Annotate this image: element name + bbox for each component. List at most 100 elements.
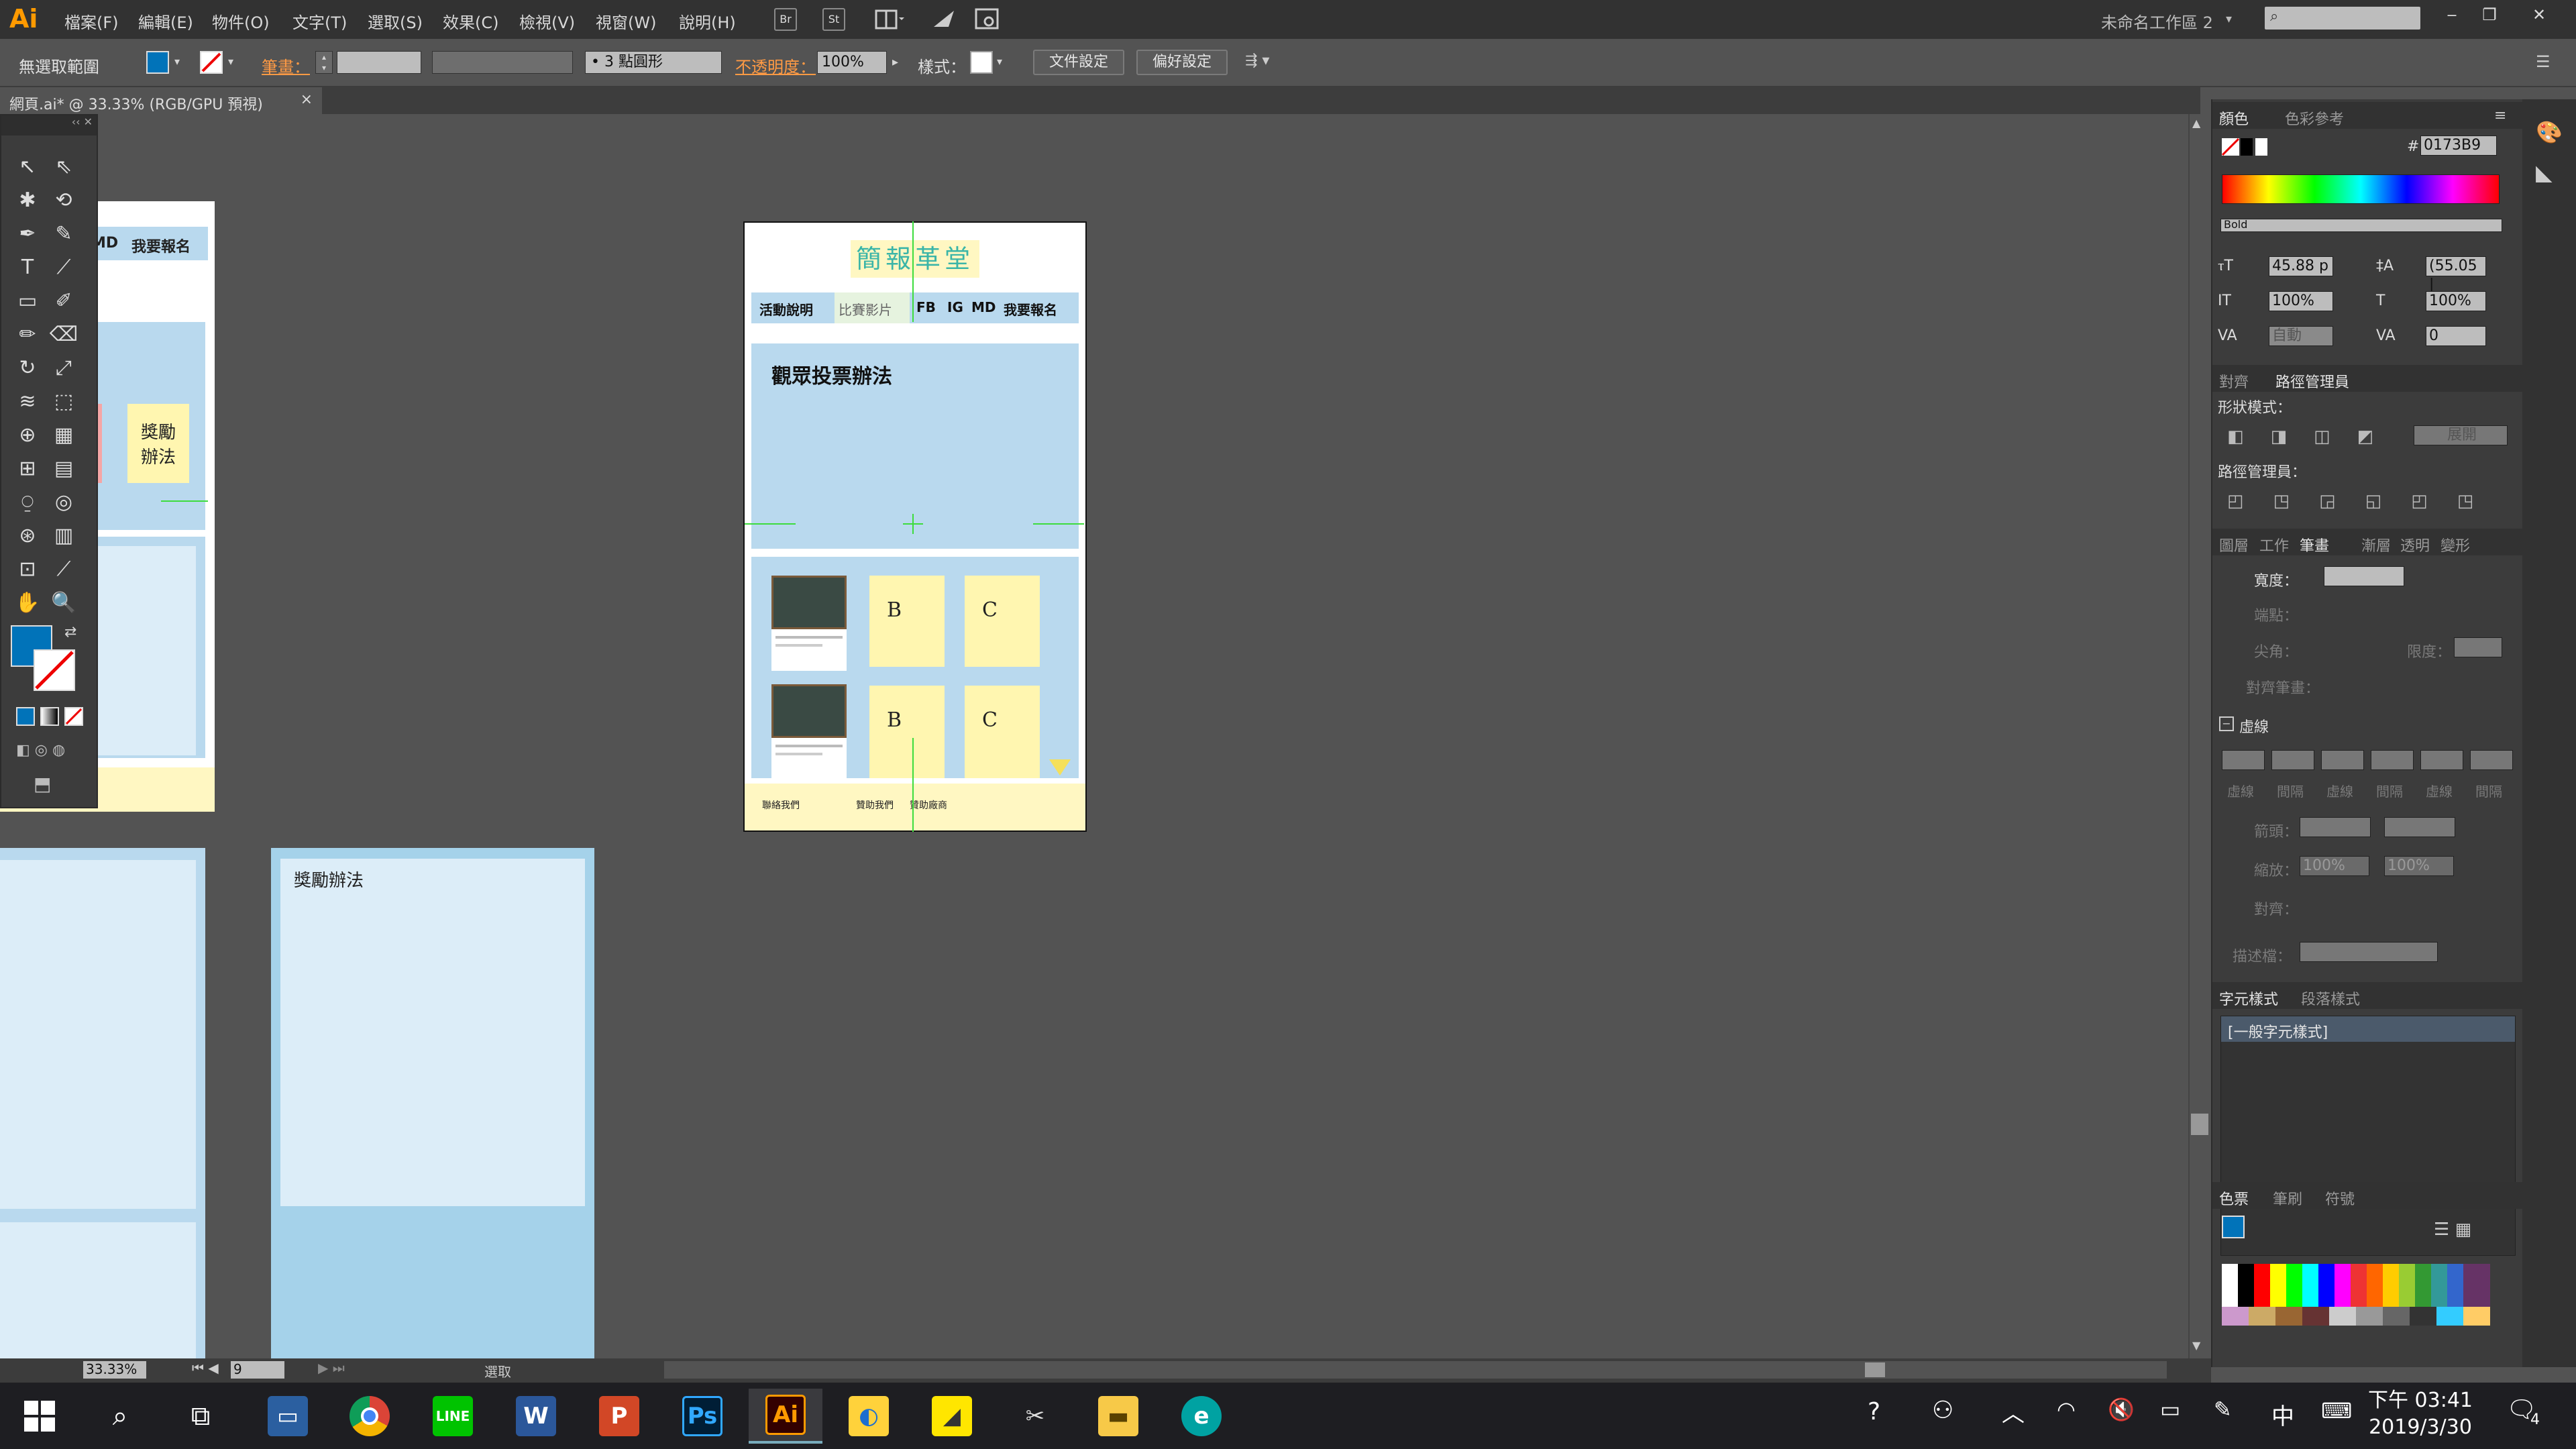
volume-mute-icon[interactable]: 🔇 — [2108, 1397, 2135, 1422]
keyboard-icon[interactable]: ⌨ — [2321, 1398, 2352, 1424]
help-search-input[interactable]: ⌕ — [2265, 7, 2420, 30]
tab-gradient[interactable]: 漸層 — [2361, 534, 2391, 555]
vertical-scrollbar[interactable]: ▲ ▼ — [2188, 114, 2208, 1358]
chevron-down-icon[interactable]: ▾ — [997, 55, 1002, 68]
taskbar-app-word[interactable]: W — [499, 1389, 573, 1444]
task-view-icon[interactable]: ⧉ — [164, 1389, 237, 1444]
color-themes-icon[interactable]: 🎨 — [2536, 119, 2563, 145]
tab-brushes[interactable]: 筆刷 — [2273, 1187, 2302, 1209]
curvature-icon[interactable]: ✎ — [48, 219, 79, 250]
arrow-scale-end[interactable]: 100% — [2384, 856, 2454, 876]
award-box[interactable]: 獎勵辦法 — [271, 848, 594, 1358]
line-tool-icon[interactable]: ⟋ — [48, 252, 79, 283]
shape-mode-buttons[interactable]: ◧◨◫◩ — [2227, 427, 2400, 447]
paintbrush-icon[interactable]: ✐ — [48, 286, 79, 317]
color-spectrum[interactable] — [2222, 174, 2500, 204]
menu-object[interactable]: 物件(O) — [212, 9, 270, 33]
gradient-icon[interactable]: ▤ — [48, 453, 79, 484]
taskbar-app-powerpoint[interactable]: P — [582, 1389, 656, 1444]
system-clock[interactable]: 下午 03:41 2019/3/30 — [2368, 1387, 2473, 1441]
document-tab[interactable]: 網頁.ai* @ 33.33% (RGB/GPU 預視) × — [0, 87, 322, 114]
none-mode-icon[interactable] — [64, 707, 83, 726]
fill-swatch[interactable] — [146, 51, 169, 74]
first-artboard-icon[interactable]: ⏮ ◀ — [192, 1360, 219, 1376]
taskbar-app-explorer[interactable]: ▬ — [1081, 1389, 1155, 1444]
scroll-up-icon[interactable]: ▲ — [2192, 117, 2200, 129]
arrow-scale-start[interactable]: 100% — [2300, 856, 2369, 876]
zoom-tool-icon[interactable]: 🔍 — [48, 588, 79, 619]
expand-button[interactable]: 展開 — [2414, 425, 2508, 445]
tab-paragraph-styles[interactable]: 段落樣式 — [2301, 987, 2360, 1009]
arrow-start-select[interactable] — [2300, 817, 2371, 837]
chevron-down-icon[interactable]: ▾ — [228, 55, 233, 68]
tab-layers[interactable]: 圖層 — [2219, 534, 2249, 555]
ime-indicator[interactable]: 中 — [2271, 1398, 2294, 1431]
taskbar-app-illustrator[interactable]: Ai — [749, 1389, 822, 1444]
tab-stroke[interactable]: 筆畫 — [2300, 534, 2329, 555]
minimize-button[interactable]: ‒ — [2435, 5, 2469, 25]
wifi-icon[interactable]: ◠ — [2057, 1397, 2076, 1422]
blend-icon[interactable]: ◎ — [48, 487, 79, 518]
direct-selection-icon[interactable]: ⇖ — [48, 152, 79, 182]
gradient-mode-icon[interactable] — [40, 707, 59, 726]
menu-view[interactable]: 檢視(V) — [519, 9, 575, 33]
slice-icon[interactable]: ⟋ — [48, 554, 79, 585]
tab-swatches[interactable]: 色票 — [2219, 1187, 2249, 1209]
column-graph-icon[interactable]: ▥ — [48, 521, 79, 551]
gpu-performance-icon[interactable] — [931, 8, 958, 31]
taskbar-app-line[interactable]: LINE — [416, 1389, 490, 1444]
leading-input[interactable]: (55.05 | — [2426, 256, 2486, 293]
pathfinder-buttons[interactable]: ◰◳◲◱◰◳ — [2227, 491, 2503, 511]
miter-limit-input[interactable] — [2454, 637, 2502, 657]
box-bottom-left[interactable] — [0, 848, 205, 1358]
taskbar-app-sticky-notes[interactable]: ◢ — [915, 1389, 989, 1444]
tab-character-styles[interactable]: 字元樣式 — [2219, 987, 2278, 1009]
battery-icon[interactable]: ▭ — [2160, 1397, 2180, 1422]
close-window-button[interactable]: ✕ — [2522, 5, 2556, 25]
screen-mode-icon[interactable]: ⬒ — [34, 773, 51, 795]
dashed-checkbox[interactable]: − — [2219, 716, 2234, 731]
scroll-thumb[interactable] — [2191, 1114, 2208, 1135]
stock-button[interactable]: St — [822, 8, 845, 31]
font-style-field[interactable]: Bold — [2220, 219, 2502, 232]
stroke-swatch[interactable] — [200, 51, 223, 74]
none-swatch[interactable] — [2221, 138, 2240, 156]
character-style-item[interactable]: [一般字元樣式] — [2221, 1016, 2515, 1042]
next-artboard-icon[interactable]: ▶ ⏭ — [318, 1360, 345, 1376]
tools-panel-header[interactable]: ‹‹ ✕ — [1, 115, 97, 136]
opacity-field[interactable]: 100% — [817, 51, 887, 74]
properties-icon[interactable]: ◣ — [2536, 160, 2553, 185]
vertical-scale-input[interactable]: 100% — [2269, 291, 2333, 311]
free-transform-icon[interactable]: ⬚ — [48, 386, 79, 417]
pen-icon[interactable]: ✎ — [2214, 1397, 2232, 1422]
kerning-input[interactable]: 自動 — [2269, 326, 2333, 346]
menu-window[interactable]: 視窗(W) — [596, 9, 656, 33]
arrange-documents-icon[interactable] — [875, 8, 904, 31]
tracking-input[interactable]: 0 — [2426, 326, 2486, 346]
panel-menu-icon[interactable]: ≡ — [2494, 107, 2506, 124]
width-tool-icon[interactable]: ≋ — [12, 386, 43, 417]
scroll-thumb[interactable] — [1865, 1362, 1885, 1377]
rectangle-tool-icon[interactable]: ▭ — [12, 286, 43, 317]
graphic-style-swatch[interactable] — [970, 51, 993, 74]
taskbar-app-photoshop[interactable]: Ps — [665, 1389, 739, 1444]
arrange-icon[interactable]: ⇶ ▾ — [1245, 52, 1269, 69]
menu-edit[interactable]: 編輯(E) — [138, 9, 193, 33]
help-icon[interactable]: ? — [1868, 1398, 1880, 1426]
hand-tool-icon[interactable]: ✋ — [12, 588, 43, 619]
preferences-button[interactable]: 偏好設定 — [1136, 50, 1228, 75]
menu-type[interactable]: 文字(T) — [292, 9, 347, 33]
hex-input[interactable]: 0173B9 — [2420, 136, 2497, 156]
tab-color[interactable]: 顏色 — [2219, 107, 2249, 129]
brush-definition[interactable]: • 3 點圓形 — [585, 51, 722, 74]
swatch-fill-indicator[interactable] — [2222, 1216, 2245, 1238]
eraser-icon[interactable]: ⌫ — [48, 319, 79, 350]
profile-select[interactable] — [2300, 942, 2438, 962]
bridge-button[interactable]: Br — [774, 8, 797, 31]
menu-file[interactable]: 檔案(F) — [64, 9, 119, 33]
symbol-sprayer-icon[interactable]: ⊛ — [12, 521, 43, 551]
arrow-end-select[interactable] — [2384, 817, 2455, 837]
menu-effect[interactable]: 效果(C) — [443, 9, 498, 33]
panel-menu-icon[interactable]: ☰ — [2536, 52, 2551, 71]
zoom-field[interactable]: 33.33% — [83, 1361, 146, 1379]
